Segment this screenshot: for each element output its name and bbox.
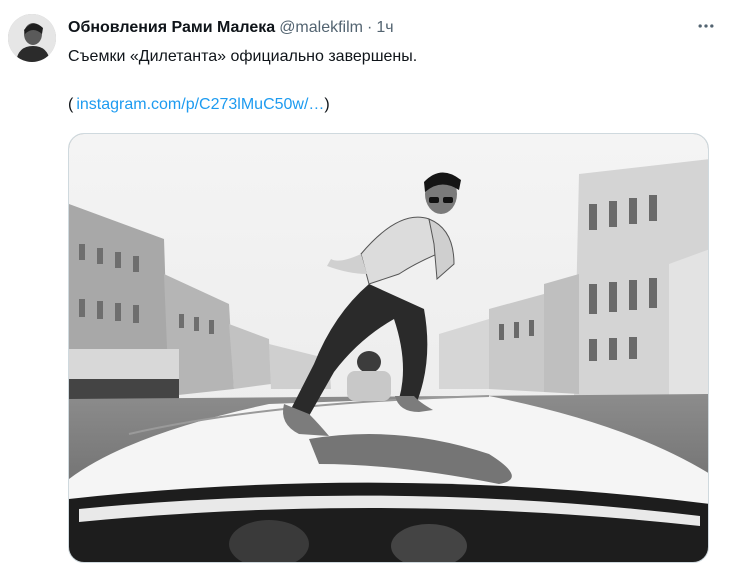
instagram-link[interactable]: instagram.com/p/C273lMuC50w/… [76, 96, 324, 113]
tweet-header: Обновления Рами Малека @malekfilm · 1ч [68, 18, 700, 38]
tweet: Обновления Рами Малека @malekfilm · 1ч Съем… [0, 0, 740, 573]
avatar[interactable] [8, 14, 56, 62]
more-horizontal-icon [696, 16, 716, 41]
tweet-link-line: (instagram.com/p/C273lMuC50w/…) [68, 94, 330, 116]
tweet-time[interactable]: 1ч [376, 19, 393, 36]
tweet-text: Съемки «Дилетанта» официально завершены. [68, 48, 418, 65]
link-close-paren: ) [324, 96, 330, 113]
link-open-paren: ( [68, 96, 74, 113]
tweet-photo[interactable] [68, 133, 709, 563]
more-button[interactable] [694, 16, 718, 40]
author-handle[interactable]: @malekfilm [279, 19, 363, 36]
separator-dot: · [367, 19, 373, 36]
author-name[interactable]: Обновления Рами Малека [68, 19, 275, 36]
